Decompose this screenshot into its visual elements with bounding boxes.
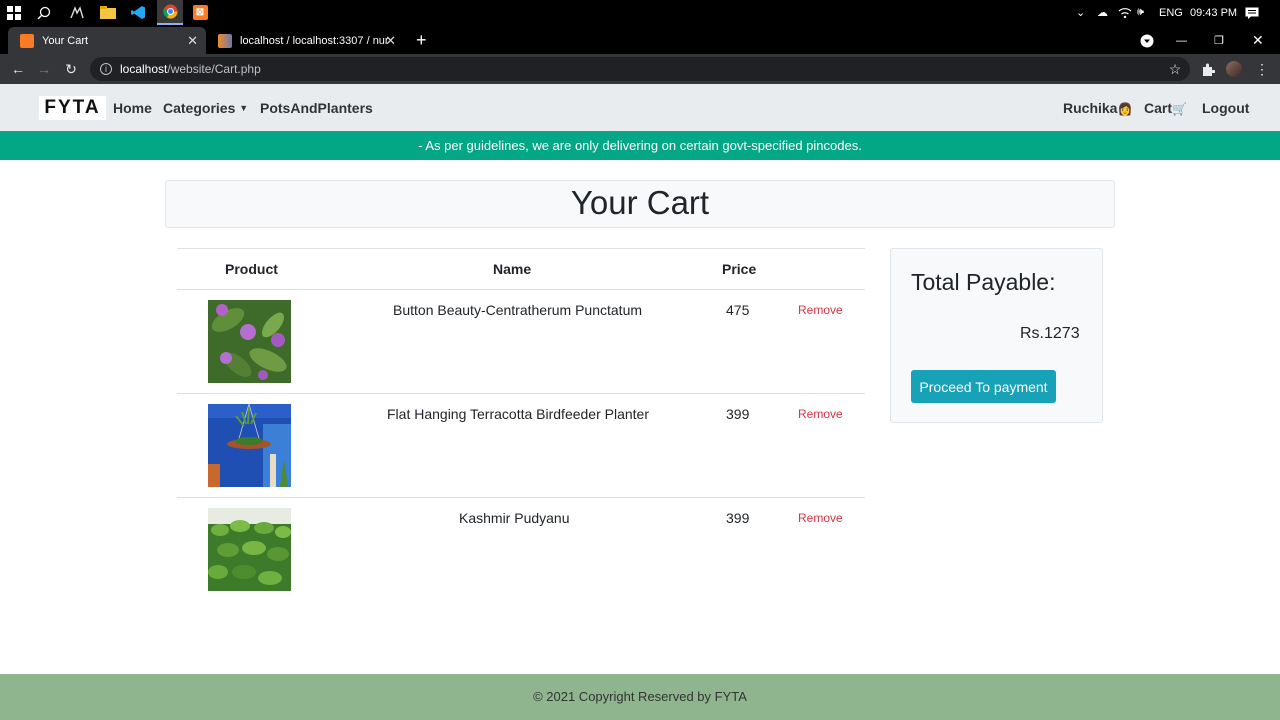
profile-dropdown-icon[interactable]: [1136, 27, 1154, 54]
restore-window-icon[interactable]: ❐: [1210, 27, 1224, 54]
product-name: Kashmir Pudyanu: [459, 510, 570, 526]
minimize-window-icon[interactable]: —: [1172, 27, 1187, 54]
remove-button[interactable]: Remove: [798, 303, 843, 317]
product-price: 475: [726, 302, 750, 318]
back-icon[interactable]: ←: [8, 59, 28, 79]
profile-avatar-icon[interactable]: [1224, 59, 1244, 79]
onedrive-icon[interactable]: ☁: [1097, 0, 1108, 25]
language-indicator[interactable]: ENG: [1159, 0, 1183, 25]
xampp-favicon-icon: [20, 33, 34, 48]
user-icon: 👩: [1117, 102, 1133, 116]
bookmark-star-icon[interactable]: ☆: [1165, 59, 1185, 79]
cart-icon: 🛒: [1172, 102, 1187, 116]
column-header-name: Name: [493, 261, 532, 277]
product-price: 399: [726, 510, 750, 526]
file-explorer-icon[interactable]: [98, 3, 118, 22]
tab-phpmyadmin[interactable]: localhost / localhost:3307 / nurse ✕: [206, 27, 404, 54]
total-amount: Rs.1273: [1020, 325, 1080, 342]
proceed-to-payment-button[interactable]: Proceed To payment: [911, 370, 1056, 403]
new-tab-icon[interactable]: +: [410, 27, 427, 54]
caret-down-icon: ▼: [239, 103, 249, 113]
reload-icon[interactable]: ↻: [61, 59, 81, 79]
remove-button[interactable]: Remove: [798, 511, 843, 525]
extensions-icon[interactable]: [1198, 59, 1218, 79]
nav-logout[interactable]: Logout: [1202, 100, 1249, 116]
product-image-mint-plant[interactable]: [208, 508, 291, 591]
product-image-purple-flower[interactable]: [208, 300, 291, 383]
xampp-icon[interactable]: ⊠: [190, 3, 210, 22]
search-icon[interactable]: [34, 3, 54, 22]
volume-icon[interactable]: 🕪: [1137, 0, 1144, 25]
product-name: Flat Hanging Terracotta Birdfeeder Plant…: [387, 406, 649, 422]
clock[interactable]: 09:43 PM: [1190, 0, 1237, 25]
tray-chevron-icon[interactable]: ⌄: [1076, 0, 1085, 25]
column-header-product: Product: [225, 261, 278, 277]
site-footer: © 2021 Copyright Reserved by FYTA: [0, 674, 1280, 720]
total-payable-label: Total Payable:: [911, 269, 1056, 295]
column-header-price: Price: [722, 261, 757, 277]
os-taskbar: ⊠ ⌄ ☁ 🕪 ENG 09:43 PM: [0, 0, 1280, 25]
tab-title: Your Cart: [42, 34, 89, 47]
wifi-icon[interactable]: [1118, 0, 1132, 25]
tab-your-cart[interactable]: Your Cart ✕: [8, 27, 206, 54]
browser-menu-icon[interactable]: ⋮: [1252, 59, 1272, 79]
browser-tab-strip: Your Cart ✕ localhost / localhost:3307 /…: [0, 25, 1280, 54]
forward-icon[interactable]: →: [34, 59, 54, 79]
browser-toolbar: ← → ↻ i localhost/website/Cart.php ☆ ⋮: [0, 54, 1280, 84]
vscode-icon[interactable]: [128, 3, 148, 22]
nav-home[interactable]: Home: [113, 100, 152, 116]
windows-start-icon[interactable]: [4, 3, 24, 22]
tab-title: localhost / localhost:3307 / nurse: [240, 34, 388, 47]
page-title: Your Cart: [165, 180, 1115, 228]
close-tab-icon[interactable]: ✕: [187, 33, 198, 49]
product-price: 399: [726, 406, 750, 422]
url-path: /website/Cart.php: [167, 62, 261, 76]
site-navbar: FYTA Home Categories ▼ PotsAndPlanters R…: [0, 84, 1280, 131]
address-bar[interactable]: i localhost/website/Cart.php: [90, 57, 1190, 81]
site-logo[interactable]: FYTA: [39, 96, 106, 120]
nav-user[interactable]: Ruchika👩: [1063, 100, 1132, 116]
product-name: Button Beauty-Centratherum Punctatum: [393, 302, 643, 318]
close-window-icon[interactable]: ✕: [1248, 27, 1264, 54]
nav-pots-and-planters[interactable]: PotsAndPlanters: [260, 100, 373, 116]
order-summary-card: Total Payable: Rs.1273 Proceed To paymen…: [890, 248, 1103, 423]
chrome-taskbar-icon[interactable]: [157, 0, 183, 25]
nav-cart[interactable]: Cart🛒: [1144, 100, 1187, 116]
app-icon[interactable]: [67, 3, 87, 22]
delivery-notice-banner: - As per guidelines, we are only deliver…: [0, 131, 1280, 160]
close-tab-icon[interactable]: ✕: [385, 33, 396, 49]
remove-button[interactable]: Remove: [798, 407, 843, 421]
phpmyadmin-favicon-icon: [218, 33, 232, 48]
notifications-icon[interactable]: [1245, 0, 1259, 25]
site-info-icon[interactable]: i: [100, 63, 112, 75]
nav-categories[interactable]: Categories ▼: [163, 100, 248, 116]
url-host: localhost: [120, 62, 168, 76]
product-image-hanging-planter[interactable]: [208, 404, 291, 487]
